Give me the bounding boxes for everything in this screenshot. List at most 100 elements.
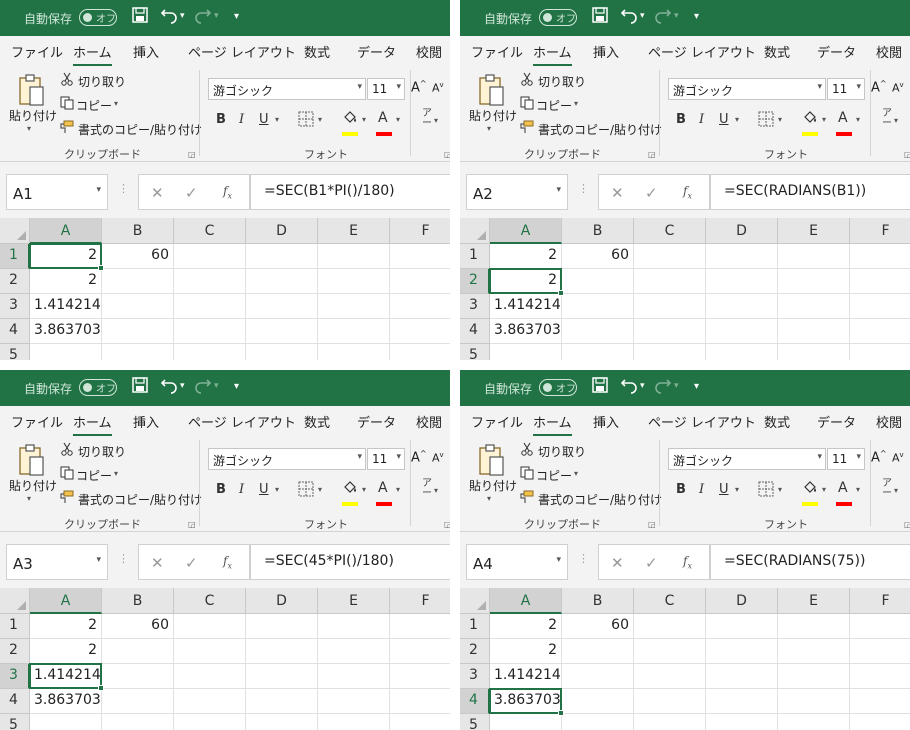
border-dropdown-icon[interactable]: ▾ — [318, 485, 322, 494]
cell-a4[interactable]: 3.863703 — [490, 319, 562, 344]
border-icon[interactable] — [758, 111, 774, 130]
cell-d4[interactable] — [706, 319, 778, 344]
cell-b4[interactable] — [102, 319, 174, 344]
cancel-icon[interactable]: ✕ — [151, 554, 164, 572]
fill-color-icon[interactable] — [342, 110, 358, 127]
cell-f5[interactable] — [390, 344, 450, 360]
underline-dropdown-icon[interactable]: ▾ — [275, 115, 279, 124]
shrink-font-button[interactable]: Av — [892, 451, 904, 465]
cell-b2[interactable] — [102, 639, 174, 664]
cell-f3[interactable] — [850, 294, 910, 319]
cut-icon[interactable] — [60, 442, 74, 459]
cell-f3[interactable] — [390, 664, 450, 689]
cell-d4[interactable] — [706, 689, 778, 714]
copy-icon[interactable] — [520, 96, 534, 113]
cell-c4[interactable] — [174, 319, 246, 344]
bold-button[interactable]: B — [676, 112, 686, 127]
italic-button[interactable]: I — [699, 482, 704, 497]
cell-a4[interactable]: 3.863703 — [30, 319, 102, 344]
row-header-2[interactable]: 2 — [460, 639, 490, 664]
column-header-e[interactable]: E — [778, 588, 850, 614]
border-dropdown-icon[interactable]: ▾ — [318, 115, 322, 124]
cell-e5[interactable] — [318, 714, 390, 730]
paste-icon[interactable] — [16, 444, 46, 478]
tab-review[interactable]: 校閲 — [416, 412, 442, 431]
cell-f4[interactable] — [390, 689, 450, 714]
tab-insert[interactable]: 挿入 — [593, 42, 619, 61]
cell-b2[interactable] — [562, 639, 634, 664]
cell-c5[interactable] — [634, 714, 706, 730]
cell-a1[interactable]: 2 — [490, 244, 562, 269]
cell-e1[interactable] — [778, 244, 850, 269]
tab-home[interactable]: ホーム — [73, 42, 112, 66]
cell-b3[interactable] — [562, 294, 634, 319]
row-header-3[interactable]: 3 — [0, 664, 30, 689]
grow-font-button[interactable]: A^ — [411, 449, 427, 465]
cut-label[interactable]: 切り取り — [78, 443, 126, 460]
cell-c4[interactable] — [634, 689, 706, 714]
row-header-4[interactable]: 4 — [460, 689, 490, 714]
cell-a5[interactable] — [490, 344, 562, 360]
cell-e2[interactable] — [318, 639, 390, 664]
cell-c2[interactable] — [174, 269, 246, 294]
paste-label[interactable]: 貼り付け — [469, 477, 517, 494]
cell-d2[interactable] — [246, 639, 318, 664]
phonetic-dropdown-icon[interactable]: ▾ — [434, 116, 438, 125]
tab-page-layout[interactable]: ページ レイアウト — [648, 412, 756, 431]
cell-d5[interactable] — [246, 714, 318, 730]
save-icon[interactable] — [132, 377, 148, 397]
column-header-d[interactable]: D — [246, 588, 318, 614]
cell-c1[interactable] — [174, 244, 246, 269]
column-header-c[interactable]: C — [634, 588, 706, 614]
phonetic-dropdown-icon[interactable]: ▾ — [434, 486, 438, 495]
cell-a3[interactable]: 1.414214 — [490, 664, 562, 689]
cell-b2[interactable] — [102, 269, 174, 294]
undo-dropdown-icon[interactable]: ▾ — [180, 11, 185, 21]
cell-f3[interactable] — [390, 294, 450, 319]
font-color-dropdown-icon[interactable]: ▾ — [856, 115, 860, 124]
column-header-a[interactable]: A — [490, 218, 562, 244]
cell-a5[interactable] — [490, 714, 562, 730]
column-header-b[interactable]: B — [102, 218, 174, 244]
formula-bar-resize-handle[interactable]: ⋮ — [118, 182, 129, 195]
cell-b5[interactable] — [562, 344, 634, 360]
copy-icon[interactable] — [520, 466, 534, 483]
cell-b4[interactable] — [562, 689, 634, 714]
underline-dropdown-icon[interactable]: ▾ — [735, 115, 739, 124]
cut-label[interactable]: 切り取り — [538, 443, 586, 460]
cell-e4[interactable] — [318, 319, 390, 344]
undo-dropdown-icon[interactable]: ▾ — [640, 11, 645, 21]
cell-b1[interactable]: 60 — [562, 614, 634, 639]
cell-c3[interactable] — [634, 664, 706, 689]
column-header-a[interactable]: A — [490, 588, 562, 614]
font-size-select[interactable]: 11 ▾ — [827, 78, 865, 100]
cell-d3[interactable] — [246, 294, 318, 319]
cell-d5[interactable] — [706, 714, 778, 730]
copy-label[interactable]: コピー — [76, 97, 112, 114]
fill-color-dropdown-icon[interactable]: ▾ — [822, 115, 826, 124]
cut-icon[interactable] — [520, 442, 534, 459]
font-color-dropdown-icon[interactable]: ▾ — [396, 485, 400, 494]
cell-a3[interactable]: 1.414214 — [30, 294, 102, 319]
cell-f2[interactable] — [850, 269, 910, 294]
undo-icon[interactable] — [160, 6, 178, 28]
cell-c5[interactable] — [174, 344, 246, 360]
tab-insert[interactable]: 挿入 — [593, 412, 619, 431]
fill-handle[interactable] — [98, 265, 104, 271]
cancel-icon[interactable]: ✕ — [611, 184, 624, 202]
column-header-d[interactable]: D — [246, 218, 318, 244]
row-header-5[interactable]: 5 — [0, 714, 30, 730]
phonetic-guide-icon[interactable]: アー — [882, 109, 892, 129]
column-header-a[interactable]: A — [30, 218, 102, 244]
cell-d3[interactable] — [246, 664, 318, 689]
format-painter-icon[interactable] — [518, 120, 534, 137]
font-color-button[interactable]: A — [378, 480, 388, 496]
tab-file[interactable]: ファイル — [471, 412, 523, 431]
fill-color-icon[interactable] — [342, 480, 358, 497]
cell-d3[interactable] — [706, 294, 778, 319]
cell-a5[interactable] — [30, 714, 102, 730]
fill-color-icon[interactable] — [802, 480, 818, 497]
tab-formulas[interactable]: 数式 — [304, 42, 330, 61]
cell-e4[interactable] — [318, 689, 390, 714]
tab-page-layout[interactable]: ページ レイアウト — [188, 42, 296, 61]
